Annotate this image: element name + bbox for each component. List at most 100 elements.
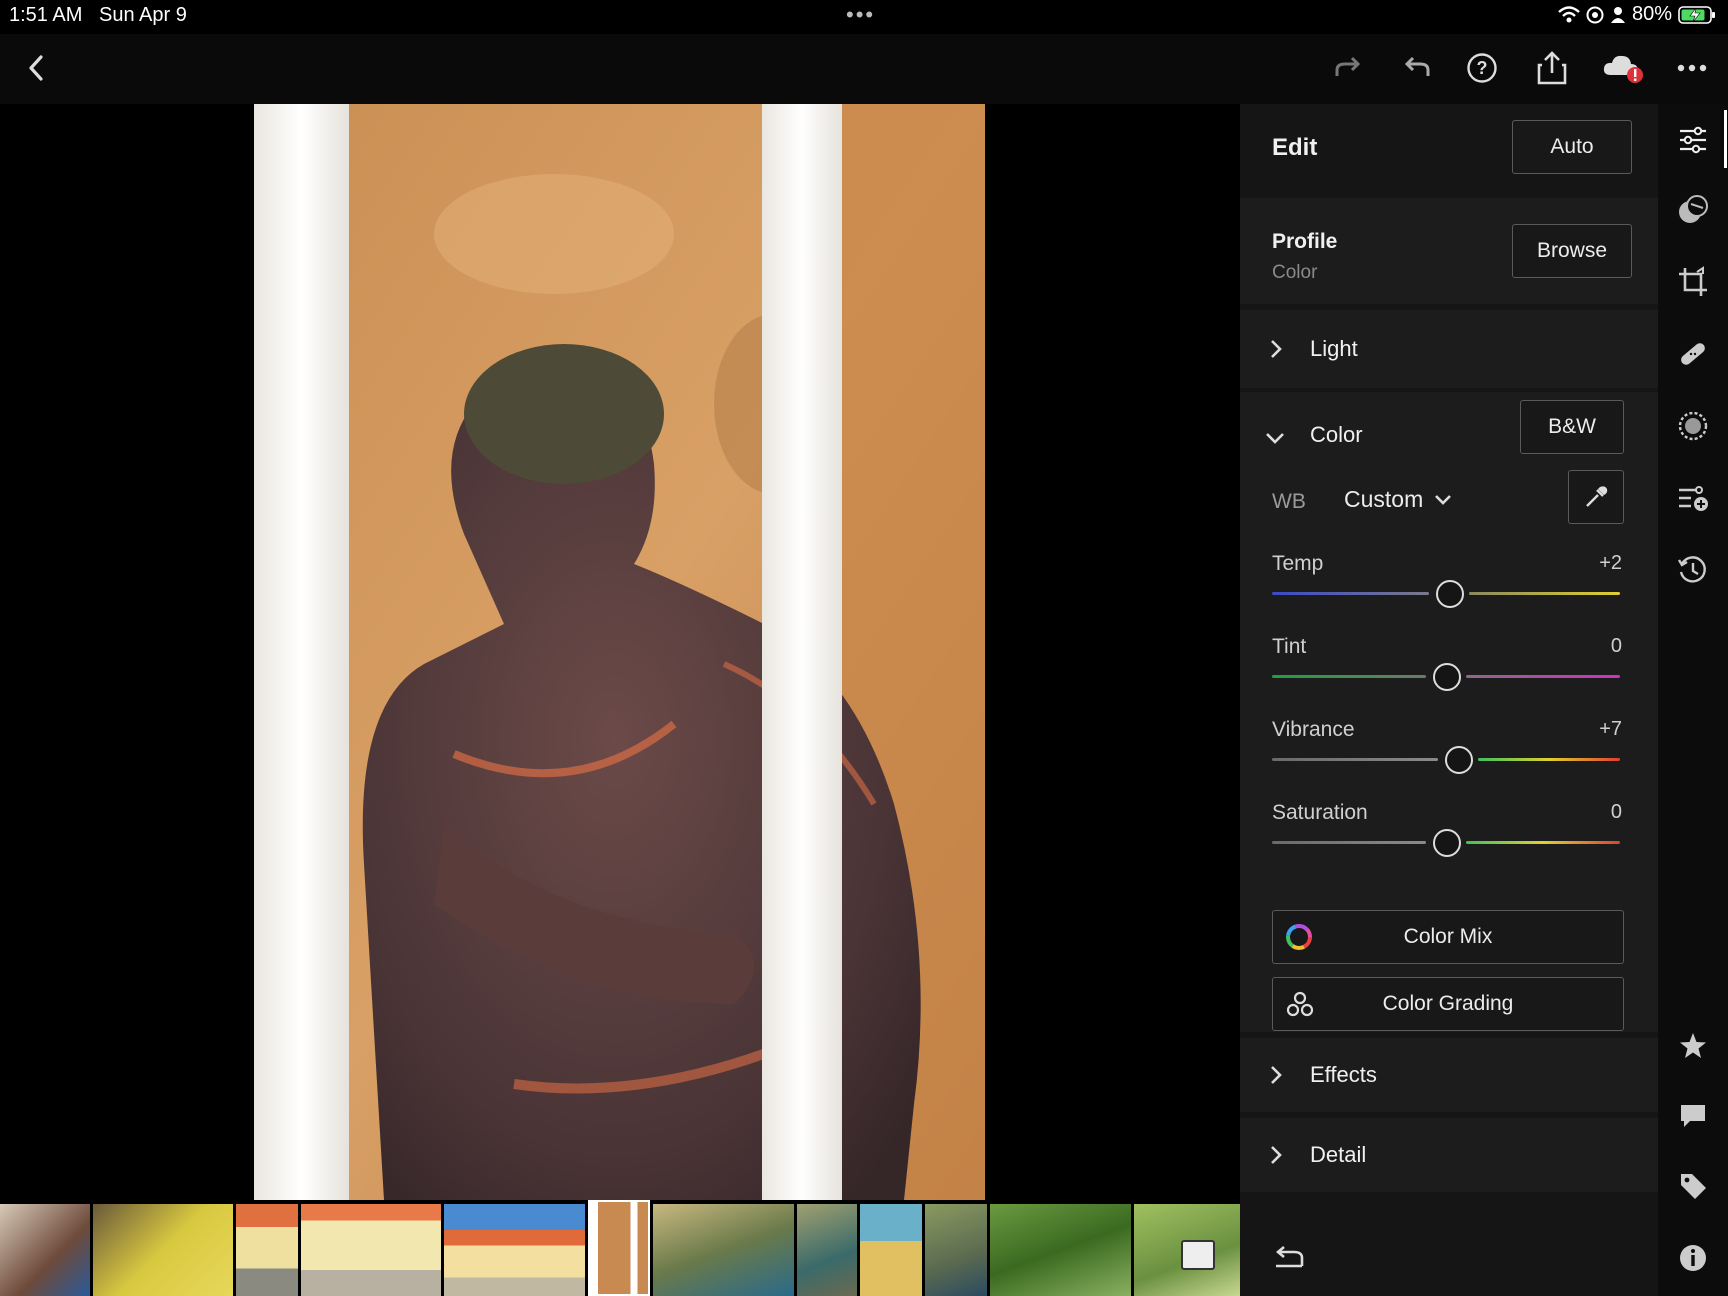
wb-label: WB <box>1272 490 1306 513</box>
chevron-down-icon <box>1435 494 1452 505</box>
slider-vibrance[interactable]: Vibrance +7 <box>1240 718 1658 788</box>
reset-icon[interactable] <box>1272 1246 1306 1272</box>
chevron-down-icon[interactable] <box>1264 430 1286 446</box>
adjust-sliders-icon[interactable] <box>1675 122 1711 158</box>
browse-button[interactable]: Browse <box>1512 224 1632 278</box>
filmstrip-thumbnail[interactable] <box>444 1204 585 1296</box>
main-photo[interactable] <box>254 104 985 1200</box>
filmstrip-thumbnail[interactable] <box>653 1204 794 1296</box>
slider-value: +2 <box>1599 552 1622 574</box>
masking-icon[interactable] <box>1675 408 1711 444</box>
photo-canvas[interactable] <box>0 104 1240 1200</box>
slider-track-left[interactable] <box>1272 758 1439 761</box>
slider-value: 0 <box>1610 801 1622 823</box>
color-grading-label: Color Grading <box>1382 992 1514 1015</box>
battery-percent: 80% <box>1631 3 1672 25</box>
filmstrip-thumbnail[interactable] <box>236 1204 298 1296</box>
tag-icon[interactable] <box>1675 1168 1711 1204</box>
filmstrip-thumbnail-selected[interactable] <box>588 1200 650 1296</box>
wifi-icon <box>1558 5 1580 22</box>
light-label: Light <box>1310 336 1358 361</box>
chevron-right-icon <box>1271 340 1282 358</box>
light-section-header[interactable]: Light <box>1240 310 1658 388</box>
help-icon[interactable]: ? <box>1462 48 1502 88</box>
slider-temp[interactable]: Temp +2 <box>1240 552 1658 622</box>
slider-track-left[interactable] <box>1272 675 1426 678</box>
slider-track-left[interactable] <box>1272 592 1430 595</box>
color-grading-icon <box>1286 991 1314 1017</box>
filmstrip-thumbnail[interactable] <box>990 1204 1131 1296</box>
filmstrip-thumbnail[interactable] <box>0 1204 90 1296</box>
bw-button[interactable]: B&W <box>1520 400 1624 454</box>
color-label: Color <box>1310 422 1363 447</box>
slider-saturation[interactable]: Saturation 0 <box>1240 801 1658 871</box>
more-icon[interactable] <box>1672 48 1712 88</box>
slider-track-right[interactable] <box>1478 758 1620 761</box>
detail-section-header[interactable]: Detail <box>1240 1118 1658 1192</box>
top-toolbar: ? <box>0 34 1728 104</box>
eyedropper-icon <box>1586 486 1608 507</box>
status-date: Sun Apr 9 <box>99 4 187 26</box>
filmstrip-thumbnail[interactable] <box>301 1204 441 1296</box>
edit-panel: Edit Auto Profile Color Browse Light Col… <box>1240 104 1658 1296</box>
effects-label: Effects <box>1310 1062 1377 1087</box>
detail-label: Detail <box>1310 1142 1367 1167</box>
back-chevron-icon[interactable] <box>16 48 56 88</box>
active-tool-indicator <box>1724 110 1727 168</box>
history-icon[interactable] <box>1675 552 1711 588</box>
color-mix-button[interactable]: Color Mix <box>1272 910 1624 964</box>
slider-label: Saturation <box>1272 801 1368 824</box>
versions-icon[interactable] <box>1675 480 1711 516</box>
undo-icon[interactable] <box>1397 48 1437 88</box>
person-icon <box>1610 6 1625 23</box>
effects-section-header[interactable]: Effects <box>1240 1038 1658 1112</box>
slider-track-right[interactable] <box>1466 675 1620 678</box>
slider-label: Temp <box>1272 552 1324 575</box>
status-time: 1:51 AM <box>9 4 83 26</box>
chevron-right-icon <box>1271 1066 1282 1084</box>
filmstrip-thumbnail[interactable] <box>860 1204 922 1296</box>
slider-knob[interactable] <box>1433 829 1461 857</box>
status-right: 80% <box>1558 3 1716 26</box>
star-icon[interactable] <box>1675 1028 1711 1064</box>
eyedropper-button[interactable] <box>1568 470 1624 524</box>
slider-knob[interactable] <box>1433 663 1461 691</box>
share-icon[interactable] <box>1532 48 1572 88</box>
slider-value: +7 <box>1599 718 1622 740</box>
chevron-right-icon <box>1271 1146 1282 1164</box>
wb-dropdown[interactable]: Custom <box>1344 486 1453 513</box>
photo-image <box>254 104 985 1200</box>
slider-knob[interactable] <box>1436 580 1465 608</box>
info-icon[interactable] <box>1675 1240 1711 1276</box>
location-lock-icon <box>1586 6 1604 23</box>
auto-button[interactable]: Auto <box>1512 120 1632 174</box>
presets-icon[interactable] <box>1675 192 1711 228</box>
wb-value: Custom <box>1344 486 1424 512</box>
profile-value: Color <box>1272 262 1318 283</box>
color-section: Color B&W WB Custom Temp +2 Tint 0 Vibrance +… <box>1240 392 1658 1032</box>
filmstrip-thumbnail[interactable] <box>925 1204 987 1296</box>
color-grading-button[interactable]: Color Grading <box>1272 977 1624 1031</box>
redo-icon[interactable] <box>1328 48 1368 88</box>
slider-label: Tint <box>1272 635 1307 658</box>
filmstrip-thumbnail[interactable] <box>1134 1204 1240 1296</box>
filmstrip-thumbnail[interactable] <box>797 1204 857 1296</box>
slider-value: 0 <box>1610 635 1622 657</box>
color-wheel-icon <box>1286 924 1312 950</box>
slider-track-right[interactable] <box>1466 841 1620 844</box>
slider-knob[interactable] <box>1445 746 1474 774</box>
slider-label: Vibrance <box>1272 718 1355 741</box>
filmstrip[interactable] <box>0 1200 1240 1296</box>
cloud-sync-warning-icon[interactable] <box>1600 48 1646 88</box>
slider-track-left[interactable] <box>1272 841 1426 844</box>
healing-bandage-icon[interactable] <box>1675 336 1711 372</box>
crop-icon[interactable] <box>1675 264 1711 300</box>
battery-charging-icon <box>1678 5 1715 24</box>
slider-track-right[interactable] <box>1469 592 1620 595</box>
tool-rail <box>1658 104 1728 1296</box>
multitask-dots-icon[interactable]: ••• <box>846 2 875 28</box>
slider-tint[interactable]: Tint 0 <box>1240 635 1658 705</box>
comment-icon[interactable] <box>1675 1098 1711 1134</box>
filmstrip-thumbnail[interactable] <box>93 1204 233 1296</box>
color-mix-label: Color Mix <box>1403 925 1493 948</box>
